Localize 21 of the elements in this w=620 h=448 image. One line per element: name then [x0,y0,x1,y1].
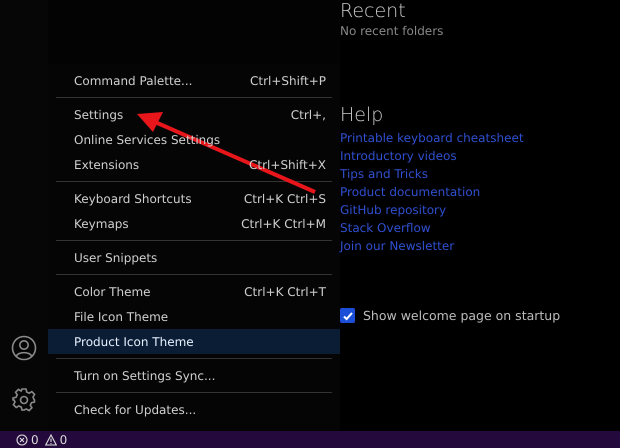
warning-icon[interactable] [44,434,57,446]
section-heading: Recent [340,0,406,22]
menu-item[interactable]: File Icon Theme [48,304,340,329]
error-count[interactable]: 0 [31,432,39,446]
menu-item[interactable]: User Snippets [48,245,340,270]
menu-item[interactable]: Keyboard Shortcuts Ctrl+K Ctrl+S [48,186,340,211]
warning-count[interactable]: 0 [60,432,68,446]
checkbox-label: Show welcome page on startup [363,308,560,323]
empty-message: No recent folders [340,24,444,38]
menu-item[interactable]: Color Theme Ctrl+K Ctrl+T [48,279,340,304]
account-icon[interactable] [11,335,37,361]
checkbox[interactable] [340,308,355,323]
error-icon[interactable] [16,434,28,446]
menu-item[interactable]: Keymaps Ctrl+K Ctrl+M [48,211,340,236]
menu-item[interactable]: Settings Ctrl+, [48,102,340,127]
menu-item[interactable]: Check for Updates... [48,397,340,422]
menu-item[interactable]: Product Icon Theme [48,329,340,354]
menu-item[interactable]: Turn on Settings Sync... [48,363,340,388]
settings-icon[interactable] [11,387,37,413]
section-heading: Help [340,104,384,126]
menu-item[interactable]: Command Palette... Ctrl+Shift+P [48,68,340,93]
